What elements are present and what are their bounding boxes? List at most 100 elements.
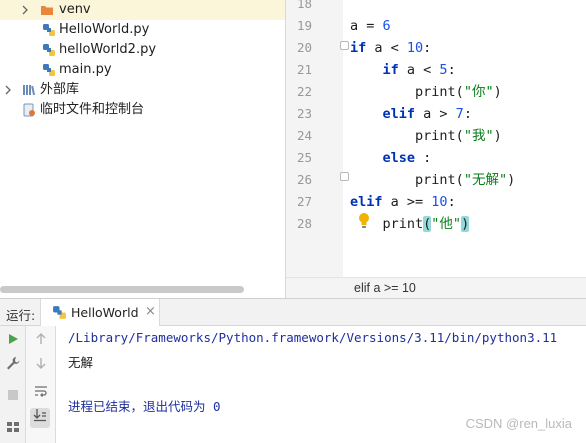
code-token: 10 [406,40,424,56]
code-token: : [447,194,456,210]
code-token: "我" [463,128,494,144]
line-number: 28 [296,216,312,231]
code-token: "他" [431,216,462,232]
console-exit-message: 进程已结束，退出代码为 0 [68,399,221,414]
code-token: if [382,62,399,78]
project-tree-panel: venv HelloWorld.py helloWorld2.py main.p… [0,0,286,298]
tree-item-label: helloWorld2.py [59,42,157,57]
code-token: print( [415,172,464,188]
code-token: : [463,106,472,122]
folder-icon [40,3,54,17]
stop-button[interactable] [3,388,23,408]
line-number: 19 [296,18,312,33]
console-command-line: /Library/Frameworks/Python.framework/Ver… [68,330,558,345]
chevron-right-icon[interactable] [20,0,30,20]
editor-breadcrumb-bar: elif a >= 10 [286,277,586,298]
fold-marker-icon[interactable] [340,172,349,181]
line-number: 23 [296,106,312,121]
line-number: 20 [296,40,312,55]
code-line[interactable]: if a < 5: [350,59,456,81]
horizontal-scrollbar[interactable] [0,286,244,293]
code-token: : [415,150,432,166]
tree-item-main-py[interactable]: main.py [0,60,285,80]
tree-item-helloworld-py[interactable]: HelloWorld.py [0,20,285,40]
chevron-right-icon[interactable] [3,80,13,100]
python-run-config-icon [52,305,67,320]
code-line[interactable]: elif a > 7: [350,103,472,125]
code-token: 7 [455,106,464,122]
code-token: : [447,62,456,78]
run-tab-label: HelloWorld [71,305,139,320]
code-token: elif [382,106,416,122]
watermark: CSDN @ren_luxia [465,416,572,431]
python-file-icon [42,63,56,77]
console-output-line: 无解 [68,355,94,370]
code-token: : [423,40,432,56]
run-tab[interactable]: HelloWorld × [40,299,160,326]
code-token: 10 [431,194,448,210]
code-token: ) [493,84,502,100]
soft-wrap-icon[interactable] [31,384,51,404]
code-token: 6 [382,18,391,34]
code-token: ) [507,172,516,188]
line-number: 24 [296,128,312,143]
code-line[interactable]: print("无解") [350,169,515,191]
code-token: a > [415,106,456,122]
line-number: 22 [296,84,312,99]
rerun-button[interactable] [3,332,23,352]
arrow-down-icon[interactable] [31,356,51,376]
code-token: a < [398,62,440,78]
code-token: a = [350,18,383,34]
tree-item-label: HelloWorld.py [59,22,150,37]
tree-item-label: venv [59,2,91,17]
code-token: a < [366,40,407,56]
line-number: 18 [296,0,312,11]
code-line[interactable]: else : [350,147,432,169]
run-toolwindow-header: 运行: HelloWorld × [0,298,586,326]
python-file-icon [42,23,56,37]
code-line[interactable]: if a < 10: [350,37,431,59]
tree-item-external-libraries[interactable]: 外部库 [0,80,285,100]
run-toolbar-secondary [26,326,56,443]
layout-icon[interactable] [3,420,23,440]
library-icon [22,83,36,97]
tree-item-label: main.py [59,62,112,77]
close-icon[interactable]: × [145,304,156,319]
breadcrumb[interactable]: elif a >= 10 [354,281,416,295]
tree-item-label: 临时文件和控制台 [40,102,145,117]
tree-item-label: 外部库 [40,82,80,97]
code-line[interactable]: print("我") [350,125,502,147]
line-number: 26 [296,172,312,187]
code-line[interactable]: a = 6 [350,15,391,37]
code-token: a >= [382,194,432,210]
code-line[interactable]: print("你") [350,81,502,103]
code-token: ) [461,216,470,232]
tree-item-scratches[interactable]: 临时文件和控制台 [0,100,285,120]
tree-item-helloworld2-py[interactable]: helloWorld2.py [0,40,285,60]
code-token: else [382,150,416,166]
code-token: "你" [463,84,494,100]
lightbulb-icon[interactable] [357,212,371,230]
run-toolbar-primary [0,326,26,443]
scratches-icon [22,103,36,117]
code-token: print( [415,84,464,100]
line-number: 25 [296,150,312,165]
python-file-icon [42,43,56,57]
code-token: if [350,40,367,56]
code-token: elif [350,194,383,210]
code-token: print( [415,128,464,144]
run-label: 运行: [6,308,36,323]
code-line[interactable]: elif a >= 10: [350,191,456,213]
wrench-icon[interactable] [3,356,23,376]
tree-item-venv[interactable]: venv [0,0,285,20]
scroll-to-end-icon[interactable] [30,408,50,428]
code-token: ) [493,128,502,144]
fold-marker-icon[interactable] [340,41,349,50]
arrow-up-icon[interactable] [31,332,51,352]
line-number: 21 [296,62,312,77]
